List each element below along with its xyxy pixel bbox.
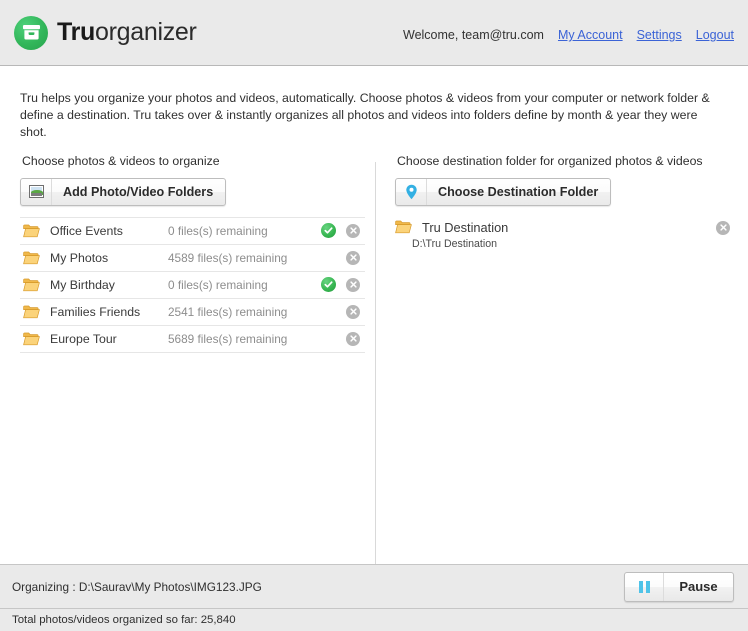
- destination-panel: Choose destination folder for organized …: [395, 154, 730, 251]
- close-icon[interactable]: [346, 304, 360, 319]
- folder-name: My Birthday: [50, 277, 115, 292]
- folder-file-count: 2541 files(s) remaining: [168, 304, 288, 319]
- table-row[interactable]: Office Events 0 files(s) remaining: [20, 218, 365, 245]
- location-pin-icon: [396, 178, 427, 205]
- close-icon[interactable]: [346, 250, 360, 265]
- pause-button-label: Pause: [679, 579, 718, 594]
- folder-file-count: 0 files(s) remaining: [168, 277, 268, 292]
- header-account-area: Welcome, team@tru.com My Account Setting…: [403, 28, 734, 42]
- table-row[interactable]: Families Friends 2541 files(s) remaining: [20, 299, 365, 326]
- source-folders-panel: Choose photos & videos to organize Add P…: [20, 154, 365, 353]
- source-panel-title: Choose photos & videos to organize: [22, 153, 220, 168]
- remove-folder-slot: [341, 277, 365, 292]
- add-photo-video-folders-label: Add Photo/Video Folders: [63, 184, 214, 199]
- folder-file-count: 4589 files(s) remaining: [168, 250, 288, 265]
- folder-file-count: 5689 files(s) remaining: [168, 331, 288, 346]
- status-footer: Organizing : D:\Saurav\My Photos\IMG123.…: [0, 564, 748, 631]
- remove-folder-slot: [341, 223, 365, 238]
- brand-name-light: organizer: [95, 18, 197, 46]
- brand-name-bold: Tru: [57, 18, 95, 46]
- table-row[interactable]: My Birthday 0 files(s) remaining: [20, 272, 365, 299]
- pause-button[interactable]: Pause: [624, 571, 734, 602]
- remove-folder-slot: [341, 331, 365, 346]
- photo-icon: [21, 178, 52, 205]
- my-account-link[interactable]: My Account: [558, 28, 623, 42]
- check-icon: [320, 277, 336, 293]
- organizing-status-text: Organizing : D:\Saurav\My Photos\IMG123.…: [12, 579, 262, 594]
- close-icon[interactable]: [346, 277, 360, 292]
- check-icon: [320, 223, 336, 239]
- folder-icon: [23, 251, 40, 265]
- close-icon[interactable]: [346, 331, 360, 346]
- folder-name: My Photos: [50, 250, 109, 265]
- add-photo-video-folders-button[interactable]: Add Photo/Video Folders: [20, 177, 227, 206]
- welcome-text: Welcome, team@tru.com: [403, 28, 544, 42]
- vertical-divider: [375, 161, 376, 570]
- main-content: Choose photos & videos to organize Add P…: [0, 154, 748, 571]
- folder-icon: [23, 278, 40, 292]
- folder-icon: [23, 305, 40, 319]
- pause-icon: [625, 572, 664, 601]
- folder-icon: [23, 224, 40, 238]
- destination-panel-title: Choose destination folder for organized …: [397, 153, 703, 168]
- choose-destination-folder-button[interactable]: Choose Destination Folder: [395, 177, 612, 206]
- total-organized-bar: Total photos/videos organized so far: 25…: [0, 609, 748, 631]
- folder-icon: [23, 332, 40, 346]
- app-header: Truorganizer Welcome, team@tru.com My Ac…: [0, 0, 748, 66]
- close-icon[interactable]: [716, 220, 730, 235]
- total-organized-text: Total photos/videos organized so far: 25…: [12, 614, 236, 626]
- folder-name: Office Events: [50, 223, 123, 238]
- archive-box-icon: [14, 15, 48, 50]
- folder-file-count: 0 files(s) remaining: [168, 223, 268, 238]
- folder-icon: [395, 220, 412, 234]
- destination-header: Tru Destination: [395, 220, 716, 235]
- status-badge: [315, 223, 341, 239]
- table-row[interactable]: My Photos 4589 files(s) remaining: [20, 245, 365, 272]
- destination-name: Tru Destination: [422, 219, 509, 235]
- table-row[interactable]: Europe Tour 5689 files(s) remaining: [20, 326, 365, 353]
- brand-logo: Truorganizer: [14, 15, 197, 50]
- status-bar: Organizing : D:\Saurav\My Photos\IMG123.…: [0, 565, 748, 609]
- intro-paragraph: Tru helps you organize your photos and v…: [20, 91, 710, 140]
- settings-link[interactable]: Settings: [637, 28, 682, 42]
- destination-path: D:\Tru Destination: [412, 237, 497, 250]
- status-badge: [315, 277, 341, 293]
- destination-details: Tru Destination D:\Tru Destination: [395, 220, 716, 251]
- source-folder-list: Office Events 0 files(s) remaining My Ph…: [20, 216, 365, 353]
- logout-link[interactable]: Logout: [696, 28, 734, 42]
- remove-folder-slot: [341, 304, 365, 319]
- folder-name: Families Friends: [50, 304, 141, 319]
- page-title: Truorganizer: [57, 20, 197, 45]
- close-icon[interactable]: [346, 223, 360, 238]
- choose-destination-folder-label: Choose Destination Folder: [438, 184, 599, 199]
- destination-item[interactable]: Tru Destination D:\Tru Destination: [395, 220, 730, 251]
- folder-name: Europe Tour: [50, 331, 117, 346]
- remove-folder-slot: [341, 250, 365, 265]
